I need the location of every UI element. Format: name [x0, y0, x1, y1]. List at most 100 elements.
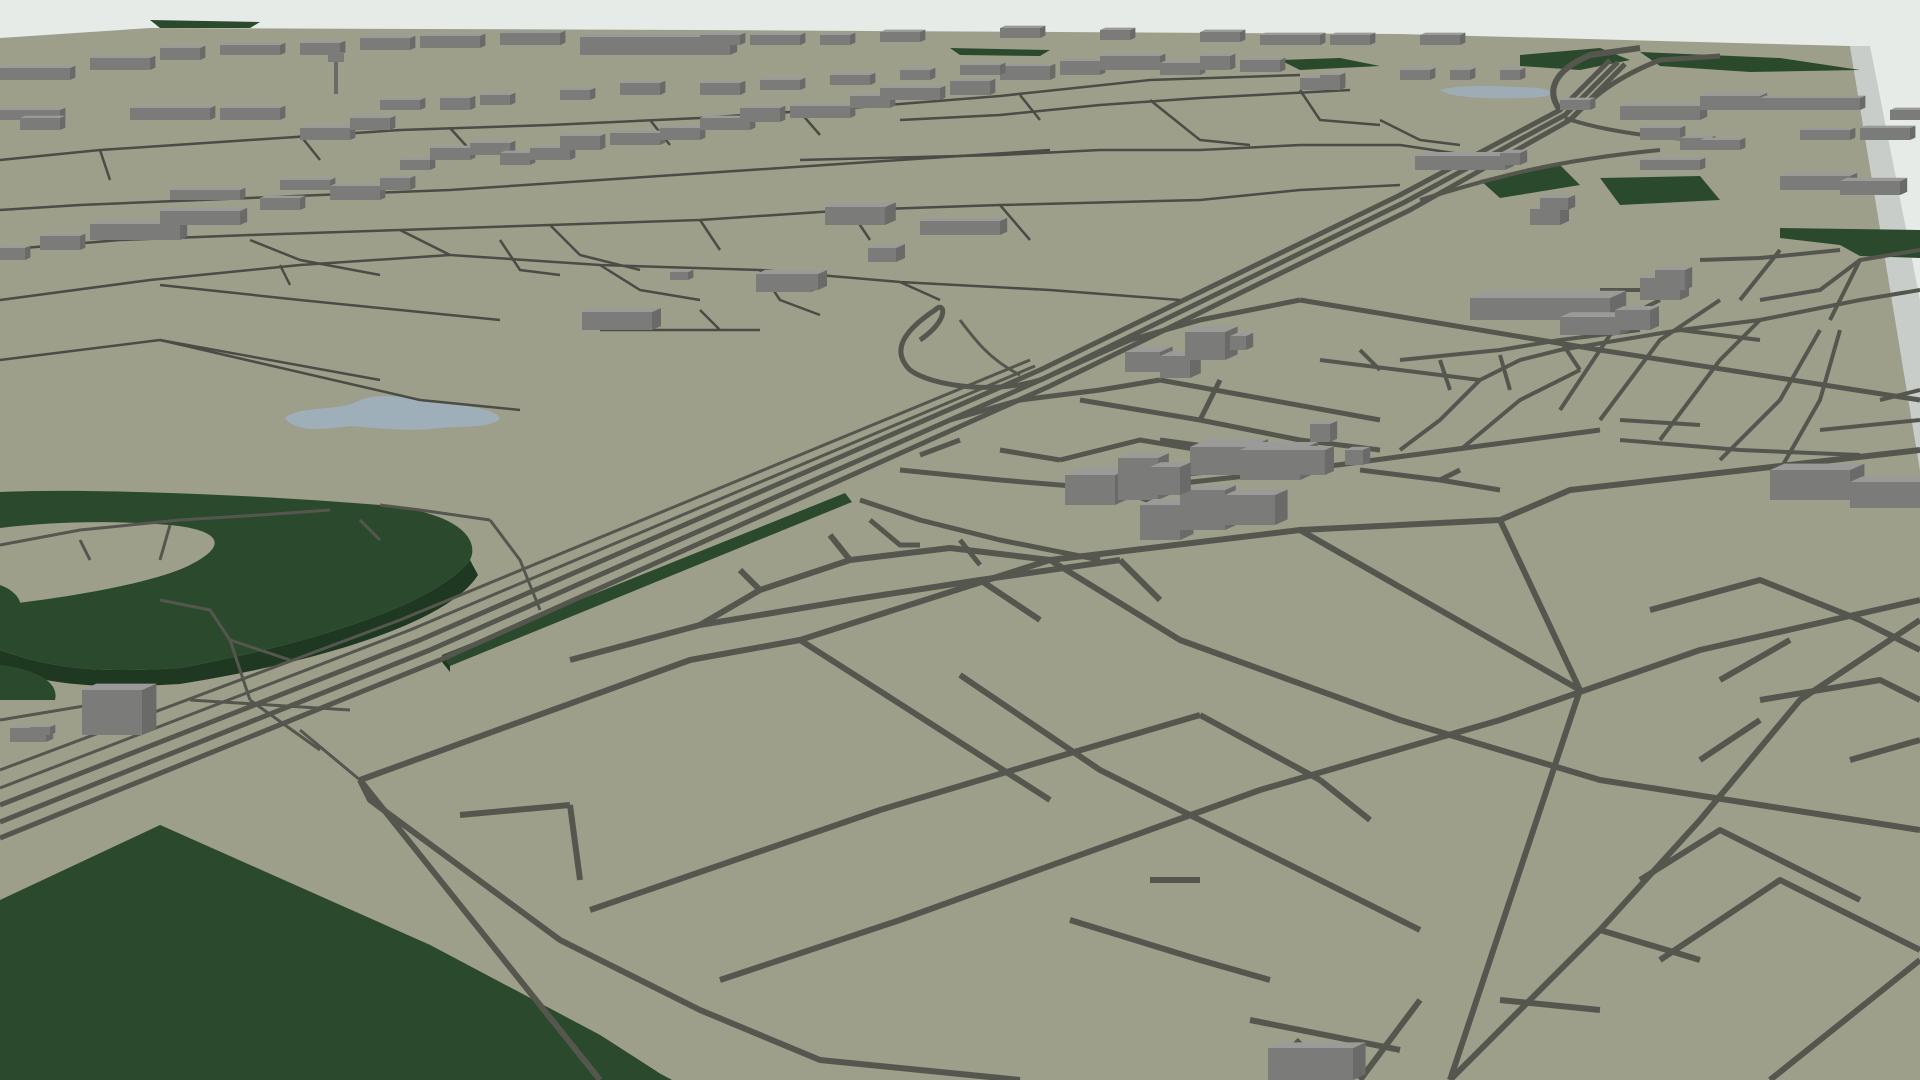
building-side	[1180, 462, 1191, 495]
far-building	[1100, 53, 1166, 70]
tower-shaft	[334, 60, 338, 94]
building-front	[740, 108, 780, 122]
far-building	[830, 72, 876, 85]
building	[1185, 326, 1238, 360]
far-building	[380, 97, 426, 110]
building-roof	[1200, 29, 1246, 32]
building-roof	[1000, 25, 1046, 28]
building-front	[440, 98, 470, 110]
far-building	[1420, 32, 1466, 45]
far-building	[1330, 32, 1376, 45]
building-roof	[160, 207, 248, 211]
building-side	[300, 195, 306, 210]
building-roof	[40, 233, 86, 236]
far-building	[0, 245, 31, 260]
building-front	[660, 128, 700, 140]
far-building	[1400, 67, 1436, 80]
building-roof	[350, 115, 396, 118]
building-front	[1760, 98, 1800, 110]
building-roof	[1780, 172, 1858, 176]
building	[1500, 149, 1528, 165]
far-building	[220, 105, 286, 120]
far-building	[950, 78, 996, 95]
far-building	[700, 80, 746, 95]
building	[1615, 306, 1659, 330]
building-front	[1500, 70, 1520, 80]
far-building	[1890, 107, 1920, 120]
building-front	[1150, 467, 1180, 495]
far-building	[1240, 57, 1286, 72]
far-building	[440, 95, 476, 110]
map-viewport[interactable]	[0, 0, 1920, 1080]
building-side	[1860, 95, 1866, 110]
building-roof	[960, 62, 1006, 65]
far-building	[660, 125, 706, 140]
building-roof	[430, 145, 476, 148]
building	[920, 217, 1008, 235]
apartment-block	[1150, 462, 1191, 495]
building-front	[1065, 475, 1115, 505]
park-top	[1600, 176, 1720, 205]
building-front	[430, 148, 470, 160]
building-roof	[1760, 95, 1806, 98]
building-roof	[750, 32, 806, 35]
building-front	[825, 207, 885, 225]
building-front	[1225, 495, 1275, 525]
building-side	[1685, 266, 1693, 290]
building-front	[1125, 352, 1160, 372]
building-roof	[820, 32, 856, 35]
building-roof	[440, 95, 476, 98]
building-front	[1140, 505, 1180, 540]
far-building	[1840, 177, 1908, 195]
building-front	[380, 100, 420, 110]
building-front	[582, 312, 652, 330]
building-roof	[300, 40, 346, 43]
building-side	[470, 95, 476, 110]
building-front	[90, 224, 180, 240]
far-building	[360, 35, 416, 50]
building-front	[1345, 450, 1363, 465]
building-roof	[900, 67, 936, 70]
building-front	[1240, 60, 1280, 72]
building-front	[1640, 160, 1700, 170]
building-front	[1320, 75, 1340, 85]
building-roof	[1330, 32, 1376, 35]
building-front	[1300, 450, 1325, 475]
building-roof	[1200, 53, 1236, 56]
building-front	[610, 133, 660, 145]
far-building	[1560, 97, 1596, 110]
building-front	[1000, 66, 1050, 80]
building-roof	[610, 130, 666, 133]
building-front	[1240, 450, 1300, 480]
far-building	[20, 115, 66, 130]
far-building	[740, 105, 786, 122]
building-front	[750, 35, 800, 45]
far-building	[170, 187, 246, 200]
building-roof	[1770, 463, 1865, 470]
building-side	[560, 30, 566, 45]
building-front	[90, 58, 150, 70]
building-front	[1330, 35, 1370, 45]
far-building	[280, 177, 336, 190]
building-front	[330, 186, 380, 200]
building-front	[170, 190, 240, 200]
building-roof	[280, 177, 336, 180]
building-side	[740, 80, 746, 95]
map-3d-render[interactable]	[0, 0, 1920, 1080]
building-roof	[740, 105, 786, 108]
far-building	[40, 233, 86, 250]
building	[1850, 476, 1920, 508]
far-building	[790, 103, 856, 118]
building-roof	[1000, 63, 1056, 66]
building-roof	[1800, 127, 1856, 130]
building-roof	[830, 72, 876, 75]
far-building	[260, 195, 306, 210]
far-building	[1000, 63, 1056, 80]
building-front	[1185, 332, 1225, 360]
building	[825, 202, 896, 225]
building-side	[390, 115, 396, 130]
building-roof	[1620, 102, 1708, 106]
building-front	[700, 35, 740, 45]
far-building	[1700, 92, 1768, 110]
building-front	[500, 33, 560, 45]
